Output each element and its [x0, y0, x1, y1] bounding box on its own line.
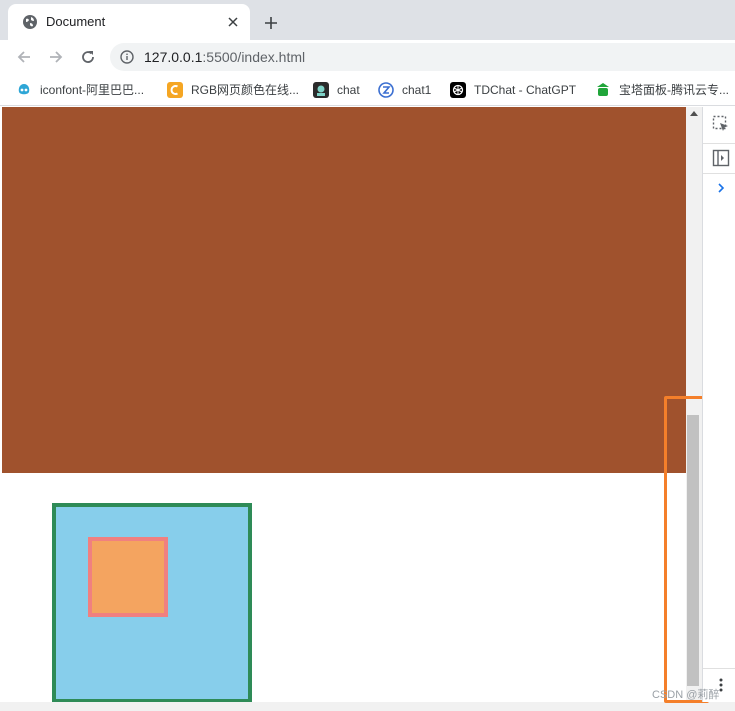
baota-icon [595, 82, 611, 98]
bookmark-chat1[interactable]: chat1 [378, 80, 431, 100]
bookmark-chat[interactable]: chat [313, 80, 360, 100]
devtools-separator [703, 143, 735, 144]
tab-strip: Document [0, 0, 735, 40]
address-bar[interactable]: 127.0.0.1:5500/index.html [110, 43, 735, 71]
tab-title: Document [46, 14, 106, 29]
inspect-icon [712, 115, 728, 131]
chat-icon [313, 82, 329, 98]
forward-button[interactable] [44, 45, 68, 69]
bookmark-label: chat1 [402, 83, 432, 97]
devtools-panel [702, 107, 735, 702]
bookmark-tdchat[interactable]: TDChat - ChatGPT [450, 80, 576, 100]
watermark: CSDN @莉醉 [652, 689, 720, 701]
expand-button[interactable] [711, 178, 731, 198]
back-button[interactable] [12, 45, 36, 69]
forward-arrow-icon [50, 51, 63, 63]
scrollbar-thumb[interactable] [687, 415, 699, 686]
brown-block [2, 107, 686, 473]
bookmark-label: TDChat - ChatGPT [474, 83, 577, 97]
browser-toolbar: 127.0.0.1:5500/index.html [0, 40, 735, 74]
openai-icon [450, 82, 466, 98]
iconfont-icon [16, 82, 32, 98]
chat1-icon [378, 82, 394, 98]
reload-icon [82, 51, 94, 63]
close-icon[interactable] [224, 13, 242, 31]
bookmark-label: chat [337, 83, 360, 97]
bookmark-iconfont[interactable]: iconfont-阿里巴巴... [16, 80, 144, 100]
page-viewport [0, 107, 686, 702]
url-path: :5500/index.html [202, 49, 306, 65]
bookmark-label: 宝塔面板-腾讯云专... [619, 83, 729, 97]
window-bottom-edge [0, 702, 735, 711]
new-tab-button[interactable] [260, 12, 282, 34]
inner-box [88, 537, 168, 617]
scroll-up-arrow-icon[interactable] [690, 111, 698, 116]
panel-toggle-icon [712, 149, 730, 167]
devtools-separator [703, 173, 735, 174]
plus-icon [265, 17, 277, 29]
toggle-panel-button[interactable] [711, 148, 731, 168]
bookmark-baota[interactable]: 宝塔面板-腾讯云专... [595, 80, 729, 100]
outer-box [52, 503, 252, 702]
back-arrow-icon [17, 51, 30, 63]
bookmarks-bar: iconfont-阿里巴巴... RGB网页颜色在线... chat chat1… [0, 74, 735, 106]
tab-document[interactable]: Document [8, 4, 250, 40]
page-scrollbar[interactable] [686, 107, 702, 702]
inspect-element-button[interactable] [711, 114, 731, 134]
info-icon[interactable] [120, 50, 134, 64]
url-host: 127.0.0.1 [144, 49, 203, 65]
url-text[interactable]: 127.0.0.1:5500/index.html [144, 49, 305, 65]
rgb-icon [167, 82, 183, 98]
globe-icon [22, 14, 38, 30]
bookmark-label: RGB网页颜色在线... [191, 83, 300, 97]
bookmark-label: iconfont-阿里巴巴... [40, 83, 145, 97]
chevron-right-icon [718, 183, 725, 193]
reload-button[interactable] [76, 45, 100, 69]
devtools-separator [703, 668, 735, 669]
bookmark-rgb[interactable]: RGB网页颜色在线... [167, 80, 299, 100]
